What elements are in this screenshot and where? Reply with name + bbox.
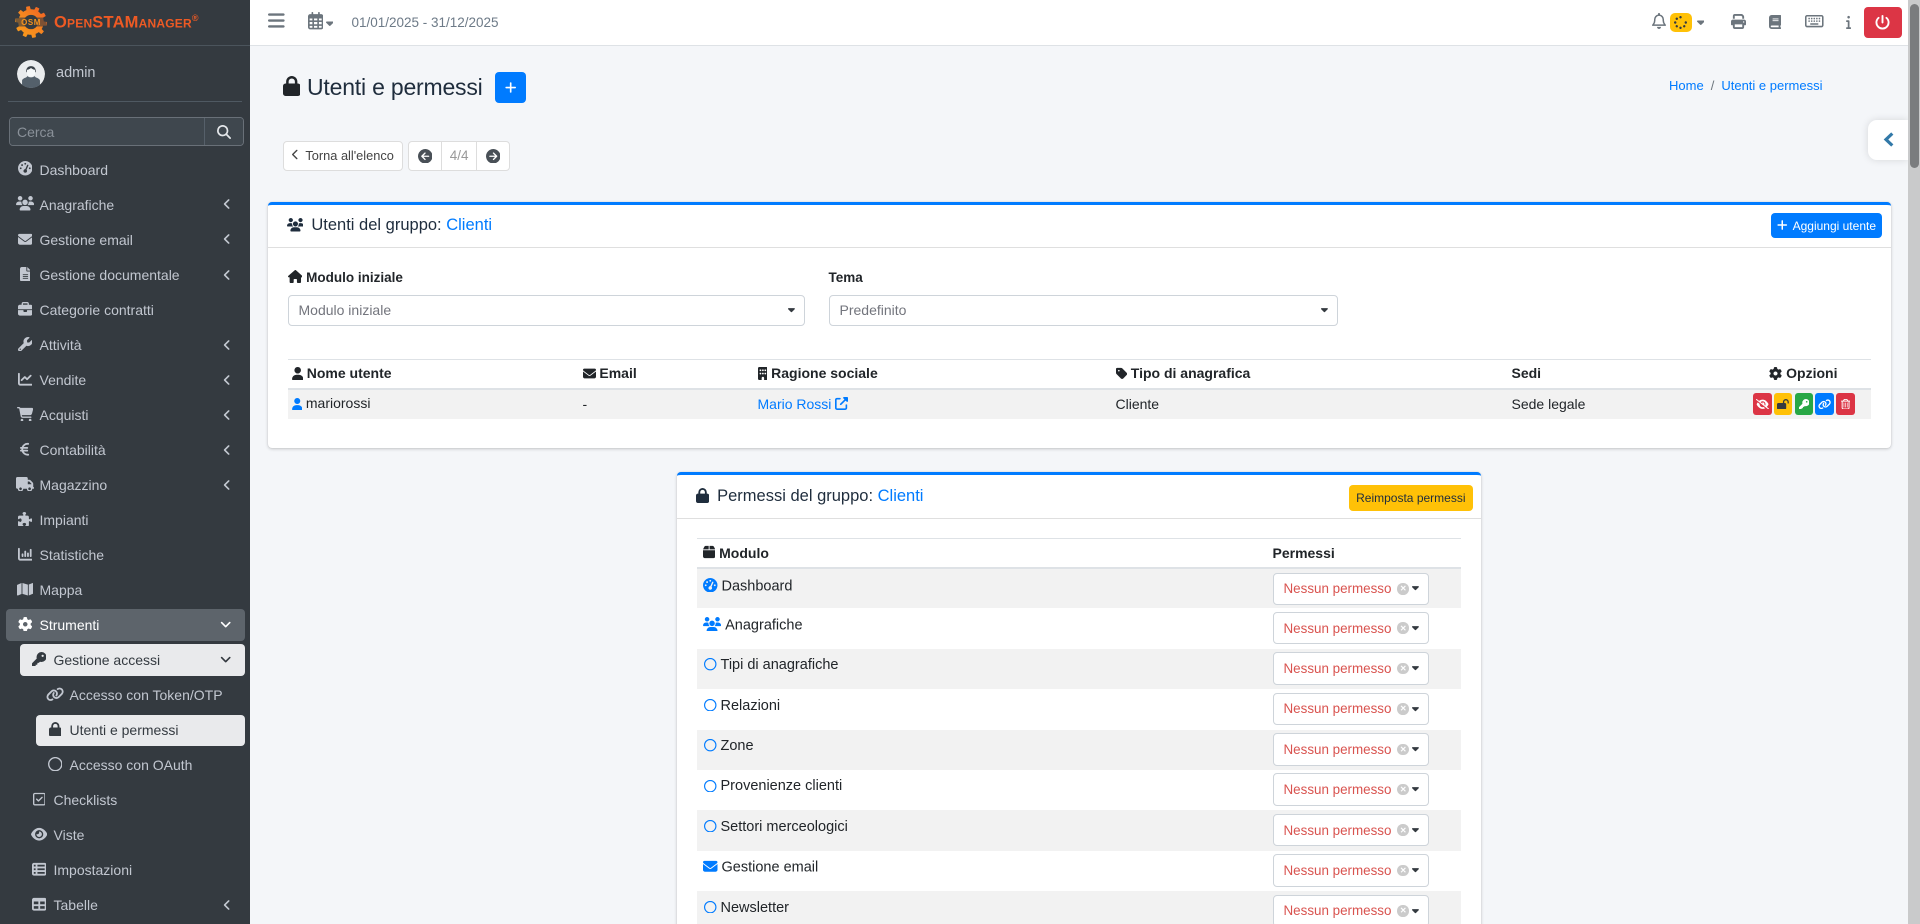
svg-text:OSM: OSM [21, 18, 41, 27]
